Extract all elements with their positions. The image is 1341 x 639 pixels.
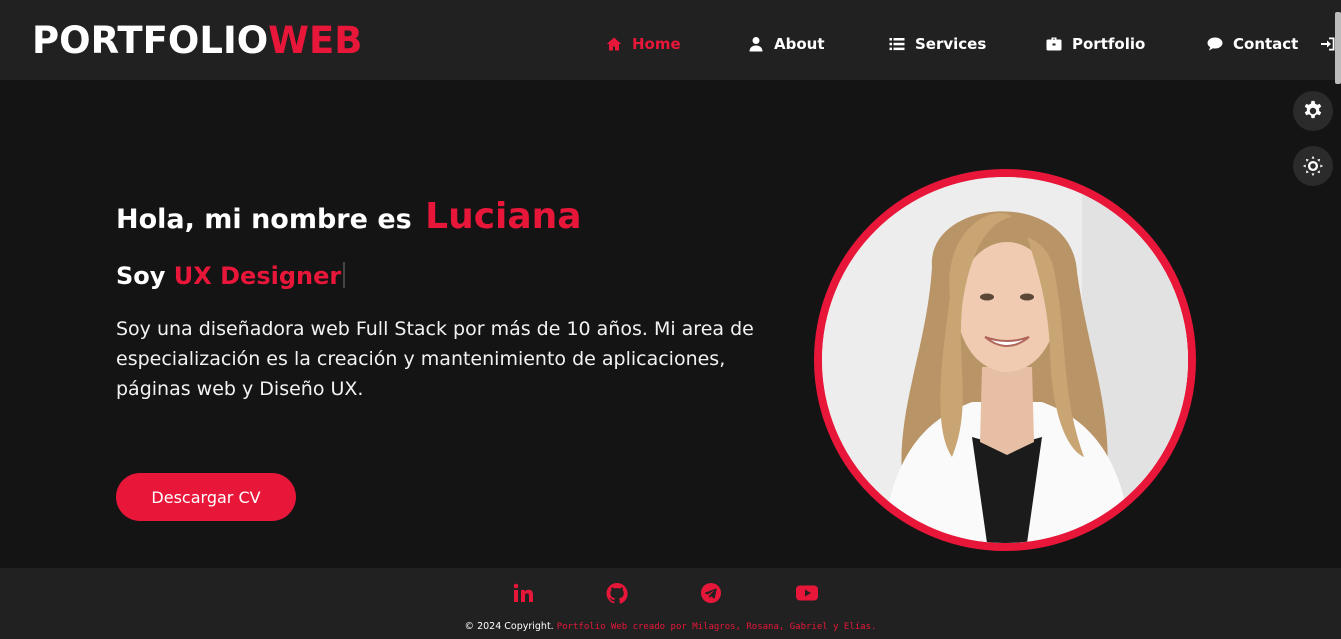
gear-icon	[1304, 100, 1322, 119]
logo-part-portfolio: PORTFOLIO	[32, 19, 269, 62]
hero-name: Luciana	[425, 196, 582, 237]
hero-bio: Soy una diseñadora web Full Stack por má…	[116, 318, 754, 400]
youtube-link[interactable]	[795, 582, 819, 604]
logo-part-web: WEB	[268, 19, 363, 62]
login-icon[interactable]	[1320, 36, 1336, 52]
telegram-link[interactable]	[699, 582, 723, 604]
site-footer: © 2024 Copyright. Portfolio Web creado p…	[0, 568, 1341, 639]
settings-button[interactable]	[1293, 91, 1333, 131]
profile-photo	[814, 169, 1196, 551]
site-header: PORTFOLIOWEB Home About Services Portfol…	[0, 0, 1341, 80]
sun-icon	[1302, 155, 1324, 177]
download-cv-button[interactable]: Descargar CV	[116, 473, 296, 521]
theme-toggle-button[interactable]	[1293, 146, 1333, 186]
nav-portfolio-label: Portfolio	[1072, 35, 1146, 53]
nav-services[interactable]: Services	[889, 34, 986, 54]
nav-contact[interactable]: Contact	[1207, 34, 1298, 54]
telegram-icon	[701, 583, 721, 603]
list-icon	[889, 38, 905, 51]
nav-services-label: Services	[915, 35, 987, 53]
copyright-line: © 2024 Copyright. Portfolio Web creado p…	[0, 621, 1341, 632]
linkedin-icon	[513, 583, 533, 602]
nav-home-label: Home	[632, 35, 681, 53]
copyright-text: © 2024 Copyright.	[464, 621, 554, 632]
logo[interactable]: PORTFOLIOWEB	[32, 20, 362, 62]
github-icon	[606, 583, 628, 604]
nav-portfolio[interactable]: Portfolio	[1046, 34, 1145, 54]
nav-about-label: About	[774, 35, 825, 53]
briefcase-icon	[1046, 37, 1062, 51]
scrollbar[interactable]	[1335, 12, 1341, 84]
home-icon	[606, 37, 622, 51]
hero-role: Soy UX Designer	[116, 262, 346, 290]
linkedin-link[interactable]	[511, 582, 535, 604]
typing-caret	[343, 262, 346, 288]
youtube-icon	[796, 585, 818, 601]
role-prefix: Soy	[116, 262, 166, 290]
nav-contact-label: Contact	[1233, 35, 1299, 53]
nav-home[interactable]: Home	[606, 34, 681, 54]
chat-icon	[1207, 37, 1223, 51]
user-icon	[749, 37, 763, 52]
role-title: UX Designer	[173, 262, 342, 290]
nav-about[interactable]: About	[748, 34, 825, 54]
github-link[interactable]	[605, 582, 629, 604]
hero-greeting: Hola, mi nombre es Luciana	[116, 196, 582, 237]
greeting-text: Hola, mi nombre es	[116, 204, 412, 235]
credits-text: Portfolio Web creado por Milagros, Rosan…	[556, 622, 877, 632]
